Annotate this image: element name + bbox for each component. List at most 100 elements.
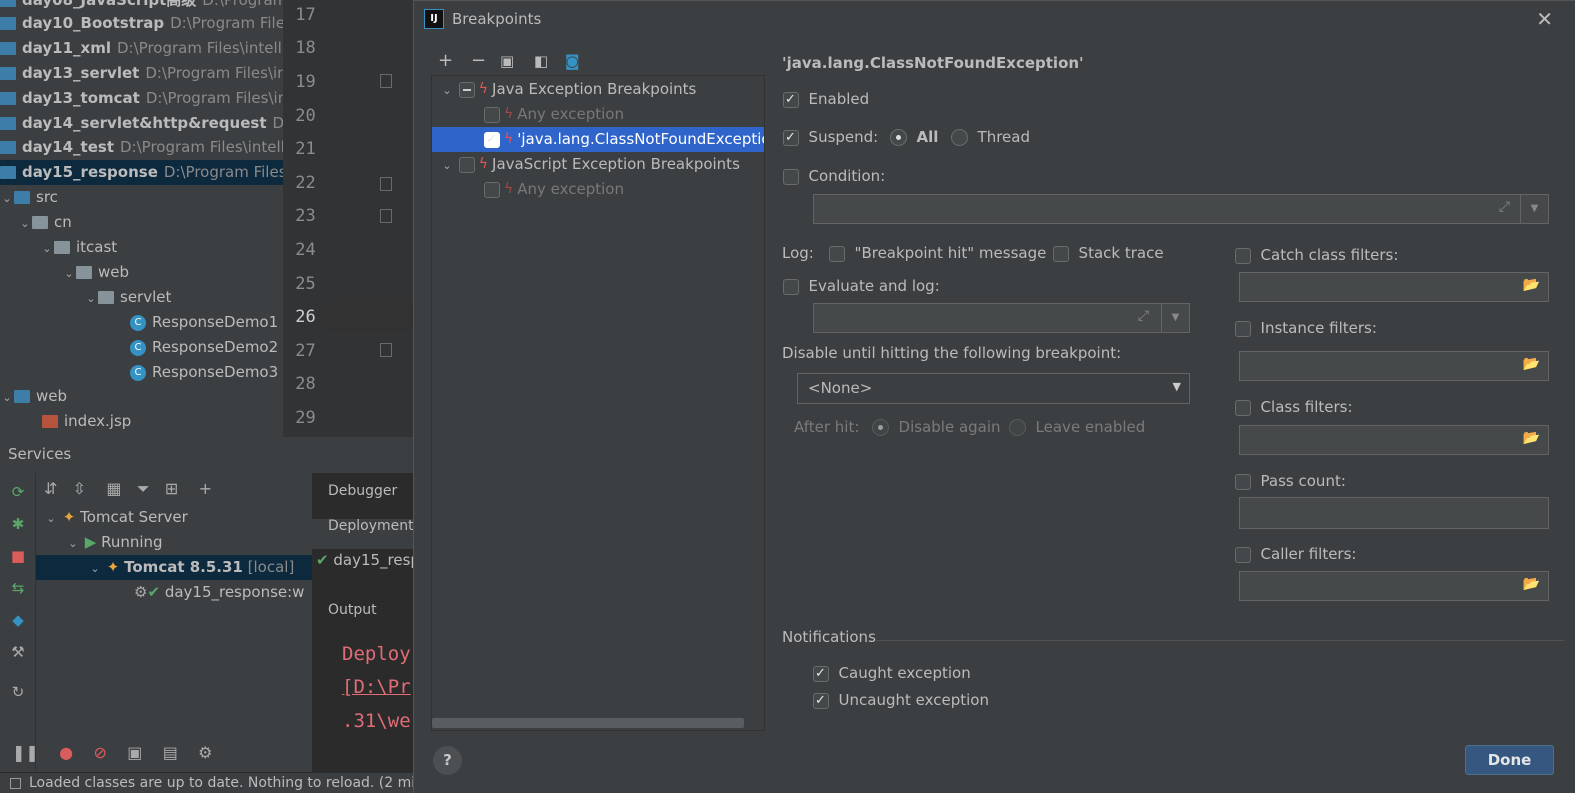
- group-by-class-icon[interactable]: ◙: [565, 52, 580, 70]
- artifact-node[interactable]: ⚙✔ day15_response:w: [36, 580, 312, 605]
- add-icon[interactable]: +: [199, 479, 212, 498]
- tomcat-instance-node[interactable]: ⌄ ✦ Tomcat 8.5.31 [local]: [36, 555, 312, 580]
- collapse-all-icon[interactable]: ⇳: [73, 479, 86, 498]
- dropdown-arrow-icon[interactable]: ▼: [1161, 304, 1189, 332]
- deploy-icon[interactable]: ⇆: [9, 579, 27, 597]
- status-icon[interactable]: [10, 777, 21, 789]
- tree-item-module[interactable]: day11_xml D:\Program Files\intellij: [0, 36, 283, 61]
- tree-group-js-exceptions[interactable]: ⌄ ϟ JavaScript Exception Breakpoints: [432, 152, 764, 177]
- tree-item-any-exception-js[interactable]: ϟ Any exception: [432, 177, 764, 202]
- tree-item-web[interactable]: ⌄ web: [0, 384, 283, 409]
- condition-checkbox[interactable]: [783, 168, 799, 185]
- pause-icon[interactable]: ❚❚: [12, 743, 39, 762]
- tree-item-class[interactable]: C ResponseDemo1: [0, 310, 283, 335]
- wrench-icon[interactable]: ⚒: [9, 643, 27, 661]
- log-message-checkbox[interactable]: [829, 245, 845, 262]
- stack-trace-checkbox[interactable]: [1053, 245, 1069, 262]
- tree-item-module[interactable]: day14_test D:\Program Files\intelli: [0, 135, 283, 160]
- catch-filters-option[interactable]: Catch class filters:: [1235, 246, 1398, 264]
- condition-field[interactable]: ⤢ ▼: [813, 194, 1549, 224]
- add-icon[interactable]: +: [438, 50, 453, 71]
- help-button[interactable]: ?: [433, 746, 462, 775]
- browse-folder-icon[interactable]: 📂: [1523, 356, 1540, 372]
- pin-icon[interactable]: ⊞: [165, 479, 178, 498]
- expand-icon[interactable]: ⤢: [1138, 308, 1149, 324]
- tree-item-module[interactable]: day10_BootstrapD:\Program Files\i: [0, 11, 283, 36]
- tree-item-classnotfound-selected[interactable]: ϟ'java.lang.ClassNotFoundException': [432, 127, 764, 152]
- suspend-all-radio[interactable]: All: [890, 128, 938, 146]
- filter-icon[interactable]: ⏷: [137, 479, 150, 498]
- tab-output[interactable]: Output: [328, 602, 377, 618]
- chevron-down-icon[interactable]: ⌄: [18, 211, 32, 236]
- evaluate-log-checkbox[interactable]: [783, 278, 799, 295]
- tree-item-package[interactable]: ⌄ itcast: [0, 235, 283, 260]
- fold-marker-icon[interactable]: [380, 177, 392, 191]
- view-breakpoints-icon[interactable]: ●: [59, 743, 73, 762]
- pass-count-option[interactable]: Pass count:: [1235, 472, 1346, 490]
- close-icon[interactable]: ✕: [1536, 7, 1553, 31]
- disable-again-radio[interactable]: Disable again: [872, 418, 1001, 436]
- catch-filters-field[interactable]: 📂: [1239, 272, 1549, 302]
- chevron-down-icon[interactable]: ⌄: [440, 153, 454, 177]
- tree-item-package[interactable]: ⌄ servlet: [0, 285, 283, 310]
- tree-item-module[interactable]: day13_servletD:\Program Files\inte: [0, 61, 283, 86]
- leave-enabled-radio[interactable]: Leave enabled: [1009, 418, 1145, 436]
- browse-folder-icon[interactable]: 📂: [1523, 277, 1540, 293]
- settings-icon[interactable]: ⚙: [198, 743, 212, 762]
- instance-filters-option[interactable]: Instance filters:: [1235, 319, 1377, 337]
- tree-item-class[interactable]: C ResponseDemo3: [0, 360, 283, 385]
- class-filters-field[interactable]: 📂: [1239, 425, 1549, 455]
- evaluate-log-field[interactable]: ⤢ ▼: [813, 303, 1190, 333]
- caller-filters-field[interactable]: 📂: [1239, 571, 1549, 601]
- radio-disable-again[interactable]: [872, 419, 889, 436]
- chevron-down-icon[interactable]: ⌄: [44, 506, 58, 531]
- chevron-down-icon[interactable]: ⌄: [84, 286, 98, 311]
- tree-group-java-exceptions[interactable]: ⌄ ϟ Java Exception Breakpoints: [432, 77, 764, 102]
- group-by-file-icon[interactable]: ◧: [534, 52, 548, 70]
- uncaught-exception-checkbox[interactable]: [813, 692, 829, 709]
- uncaught-exception-option[interactable]: Uncaught exception: [813, 691, 989, 709]
- enabled-checkbox[interactable]: [783, 91, 799, 108]
- caught-exception-checkbox[interactable]: [813, 665, 829, 682]
- radio-leave-enabled[interactable]: [1009, 419, 1026, 436]
- chevron-down-icon[interactable]: ⌄: [88, 556, 102, 581]
- tree-item-module[interactable]: day13_tomcatD:\Program Files\inte: [0, 86, 283, 111]
- group-checkbox[interactable]: [458, 156, 475, 173]
- stack-trace-option[interactable]: Stack trace: [1053, 244, 1164, 262]
- suspend-thread-radio[interactable]: Thread: [951, 128, 1030, 146]
- pass-count-checkbox[interactable]: [1235, 473, 1251, 490]
- stop-icon[interactable]: ■: [9, 547, 27, 565]
- browse-folder-icon[interactable]: 📂: [1523, 430, 1540, 446]
- caught-exception-option[interactable]: Caught exception: [813, 664, 971, 682]
- fold-marker-icon[interactable]: [380, 74, 392, 88]
- group-by-package-icon[interactable]: ▣: [500, 52, 514, 70]
- tree-item-src[interactable]: ⌄ src: [0, 185, 283, 210]
- log-message-option[interactable]: "Breakpoint hit" message: [829, 244, 1046, 262]
- suspend-checkbox[interactable]: [783, 129, 799, 146]
- dropdown-arrow-icon[interactable]: ▼: [1520, 195, 1548, 223]
- chevron-down-icon[interactable]: ⌄: [40, 236, 54, 261]
- fold-marker-icon[interactable]: [380, 209, 392, 223]
- done-button[interactable]: Done: [1465, 745, 1554, 775]
- output-link[interactable]: [D:\Pr: [342, 676, 411, 698]
- tree-item-class[interactable]: C ResponseDemo2: [0, 335, 283, 360]
- class-filters-checkbox[interactable]: [1235, 399, 1251, 416]
- mute-breakpoints-icon[interactable]: ⊘: [93, 743, 106, 762]
- item-checkbox[interactable]: [484, 131, 500, 148]
- tree-item-package[interactable]: ⌄ cn: [0, 210, 283, 235]
- radio-all[interactable]: [890, 129, 907, 146]
- item-checkbox[interactable]: [484, 106, 500, 123]
- instance-filters-field[interactable]: 📂: [1239, 351, 1549, 381]
- browse-folder-icon[interactable]: 📂: [1523, 576, 1540, 592]
- class-filters-option[interactable]: Class filters:: [1235, 398, 1353, 416]
- chevron-down-icon[interactable]: ⌄: [440, 78, 454, 102]
- fold-marker-icon[interactable]: [380, 343, 392, 357]
- refresh-icon[interactable]: ↻: [9, 683, 27, 701]
- expand-icon[interactable]: ⤢: [1499, 199, 1510, 215]
- suspend-option[interactable]: Suspend:: [783, 128, 878, 146]
- catch-filters-checkbox[interactable]: [1235, 247, 1251, 264]
- caller-filters-checkbox[interactable]: [1235, 546, 1251, 563]
- chevron-down-icon[interactable]: ⌄: [0, 385, 14, 410]
- artifact-icon[interactable]: ◆: [9, 611, 27, 629]
- item-checkbox[interactable]: [484, 181, 500, 198]
